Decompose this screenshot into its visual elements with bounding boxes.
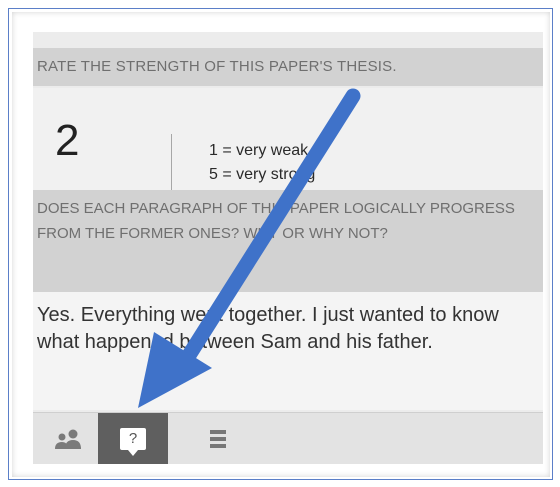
- rating-scale-low: 1 = very weak: [209, 142, 309, 159]
- help-icon: ?: [120, 428, 146, 456]
- rating-value: 2: [55, 116, 80, 165]
- list-icon: [210, 430, 226, 448]
- paragraph-answer-text: Yes. Everything went together. I just wa…: [33, 292, 543, 410]
- rating-divider: [171, 134, 172, 196]
- people-tab-button[interactable]: [33, 413, 103, 464]
- list-tab-button[interactable]: [183, 413, 253, 464]
- bottom-toolbar: ?: [33, 412, 543, 464]
- people-icon: [55, 429, 81, 449]
- help-tab-button[interactable]: ?: [98, 413, 168, 464]
- thesis-question-header: RATE THE STRENGTH OF THIS PAPER'S THESIS…: [33, 48, 543, 86]
- paragraph-question-header: DOES EACH PARAGRAPH OF THIS PAPER LOGICA…: [33, 190, 543, 292]
- review-panel: RATE THE STRENGTH OF THIS PAPER'S THESIS…: [33, 32, 543, 464]
- rating-scale-high: 5 = very strong: [209, 166, 316, 183]
